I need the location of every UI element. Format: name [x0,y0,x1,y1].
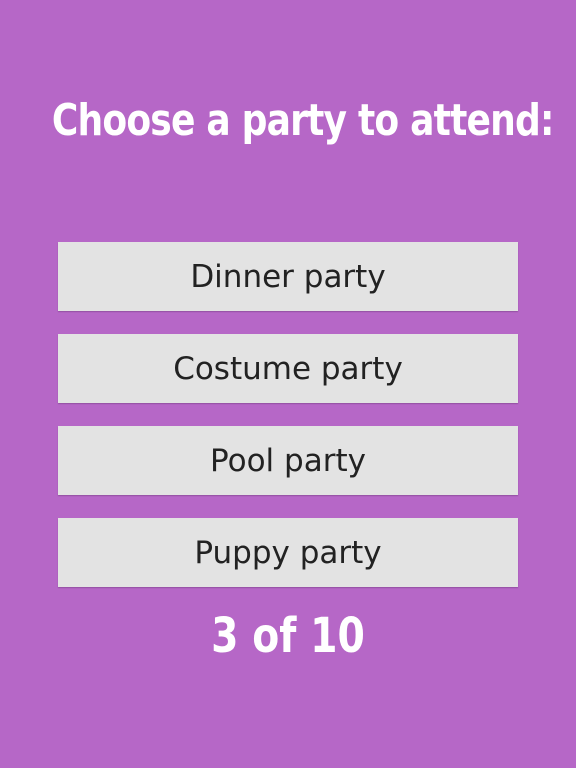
question-title: Choose a party to attend: [51,95,555,146]
choice-costume-party-button[interactable]: Costume party [58,334,518,403]
choice-puppy-party-button[interactable]: Puppy party [58,518,518,587]
question-progress: 3 of 10 [211,608,365,664]
choice-list: Dinner party Costume party Pool party Pu… [58,242,518,610]
choice-dinner-party-button[interactable]: Dinner party [58,242,518,311]
choice-pool-party-button[interactable]: Pool party [58,426,518,495]
